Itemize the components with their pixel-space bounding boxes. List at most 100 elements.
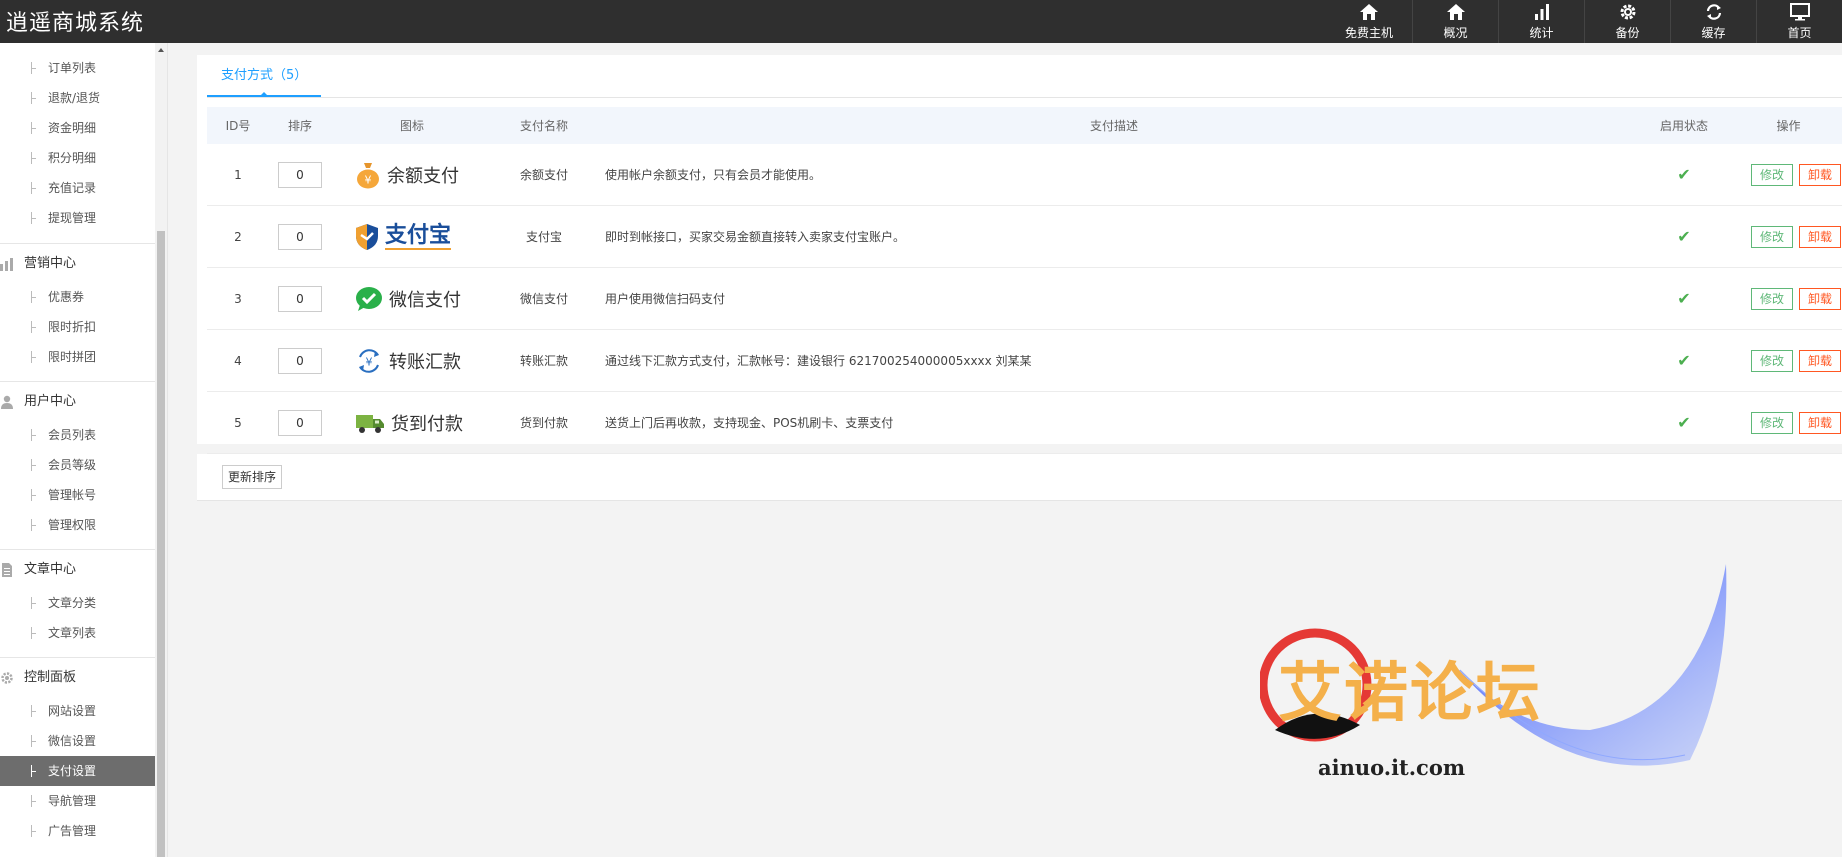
table-header-row: ID号 排序 图标 支付名称 支付描述 启用状态 操作: [207, 107, 1842, 144]
tab-payment-methods[interactable]: 支付方式（5）: [207, 55, 322, 97]
payment-panel: 支付方式（5） ID号 排序 图标 支付名称 支付描述 启用状态 操作 1 ¥: [197, 55, 1842, 454]
home-icon: [1446, 1, 1466, 23]
sidebar-item-refund[interactable]: 退款/退货: [0, 83, 166, 113]
sidebar-item-article-list[interactable]: 文章列表: [0, 618, 166, 648]
row-id: 5: [207, 391, 269, 454]
header-id: ID号: [207, 107, 269, 144]
chart-icon: [0, 258, 13, 271]
svg-text:¥: ¥: [366, 355, 373, 368]
header-icon: 图标: [331, 107, 493, 144]
check-icon: ✔: [1677, 413, 1691, 432]
nav-cache[interactable]: 缓存: [1670, 0, 1756, 43]
payment-logo: ¥ 余额支付: [355, 161, 492, 189]
nav-label: 首页: [1787, 26, 1812, 40]
update-sort-button[interactable]: 更新排序: [222, 465, 283, 489]
user-icon: [1, 395, 13, 409]
sidebar-group-users[interactable]: 用户中心: [0, 381, 155, 421]
scrollbar-thumb[interactable]: [157, 231, 165, 857]
sidebar-item-nav-management[interactable]: 导航管理: [0, 786, 166, 816]
uninstall-button[interactable]: 卸载: [1798, 287, 1841, 310]
scroll-up-arrow-icon[interactable]: [158, 48, 164, 52]
sidebar-scrollbar[interactable]: [155, 43, 167, 857]
uninstall-button[interactable]: 卸载: [1798, 349, 1841, 372]
footer-panel: 更新排序: [197, 454, 1842, 501]
header-status: 启用状态: [1632, 107, 1735, 144]
payment-logo-text: 转账汇款: [389, 351, 461, 373]
sidebar-group-control[interactable]: 控制面板: [0, 657, 155, 697]
sidebar-item-ad-management[interactable]: 广告管理: [0, 816, 166, 846]
row-name: 支付宝: [493, 205, 595, 268]
tab-bar: 支付方式（5）: [207, 55, 1842, 98]
check-icon: ✔: [1677, 227, 1691, 246]
uninstall-button[interactable]: 卸载: [1798, 411, 1841, 434]
edit-button[interactable]: 修改: [1750, 163, 1793, 186]
refresh-icon: [1704, 1, 1724, 23]
header-name: 支付名称: [493, 107, 595, 144]
row-desc: 送货上门后再收款，支持现金、POS机刷卡、支票支付: [595, 391, 1633, 454]
sidebar-item-recharge[interactable]: 充值记录: [0, 173, 166, 203]
sidebar-item-group-buy[interactable]: 限时拼团: [0, 342, 166, 372]
document-icon: [2, 563, 12, 577]
nav-stats[interactable]: 统计: [1498, 0, 1584, 43]
sort-input[interactable]: [278, 347, 322, 374]
header-desc: 支付描述: [595, 107, 1633, 144]
sidebar-item-payment-settings[interactable]: 支付设置: [0, 756, 166, 786]
sidebar-item-discount[interactable]: 限时折扣: [0, 312, 166, 342]
sort-input[interactable]: [278, 409, 322, 436]
top-bar: 逍遥商城系统 免费主机 概况 统计 备份 缓存 首页: [0, 0, 1842, 43]
sidebar-group-articles[interactable]: 文章中心: [0, 549, 155, 589]
sidebar-item-order-list[interactable]: 订单列表: [0, 53, 166, 83]
uninstall-button[interactable]: 卸载: [1798, 163, 1841, 186]
gear-icon: [1618, 1, 1638, 23]
table-row: 2 支付宝 支付宝 即时到帐接口，买家交易金额直接转入卖家支付宝账户。 ✔ 修改…: [207, 205, 1842, 268]
table-row: 4 ¥ 转账汇款 转账汇款 通过线下汇款方式支付，汇款帐号：建设银行 62170…: [207, 329, 1842, 392]
sidebar-item-member-level[interactable]: 会员等级: [0, 450, 166, 480]
nav-home[interactable]: 首页: [1756, 0, 1842, 43]
payment-logo-text: 支付宝: [385, 222, 452, 250]
row-desc: 用户使用微信扫码支付: [595, 267, 1633, 330]
check-icon: ✔: [1677, 289, 1691, 308]
uninstall-button[interactable]: 卸载: [1798, 225, 1841, 248]
sidebar-item-article-category[interactable]: 文章分类: [0, 588, 166, 618]
edit-button[interactable]: 修改: [1750, 287, 1793, 310]
sidebar-item-admin-account[interactable]: 管理帐号: [0, 480, 166, 510]
sort-input[interactable]: [278, 285, 322, 312]
nav-overview[interactable]: 概况: [1412, 0, 1498, 43]
sidebar-item-coupon[interactable]: 优惠券: [0, 282, 166, 312]
nav-free-host[interactable]: 免费主机: [1326, 0, 1412, 43]
top-nav: 免费主机 概况 统计 备份 缓存 首页: [1326, 0, 1842, 43]
edit-button[interactable]: 修改: [1750, 225, 1793, 248]
payment-table: ID号 排序 图标 支付名称 支付描述 启用状态 操作 1 ¥ 余额支付: [207, 107, 1842, 454]
edit-button[interactable]: 修改: [1750, 349, 1793, 372]
gear-icon: [1, 672, 13, 684]
payment-logo: 货到付款: [355, 410, 492, 436]
nav-backup[interactable]: 备份: [1584, 0, 1670, 43]
app-title: 逍遥商城系统: [6, 11, 145, 36]
sidebar-item-member-list[interactable]: 会员列表: [0, 420, 166, 450]
sidebar-item-site-settings[interactable]: 网站设置: [0, 696, 166, 726]
sidebar-item-funds[interactable]: 资金明细: [0, 113, 166, 143]
watermark-url: ainuo.it.com: [1318, 755, 1466, 780]
sidebar-item-wechat-settings[interactable]: 微信设置: [0, 726, 166, 756]
row-name: 转账汇款: [493, 329, 595, 392]
check-icon: ✔: [1677, 351, 1691, 370]
money-bag-icon: ¥: [357, 162, 379, 188]
row-id: 3: [207, 267, 269, 330]
monitor-icon: [1789, 1, 1811, 23]
payment-logo: 支付宝: [355, 223, 492, 251]
sort-input[interactable]: [278, 161, 322, 188]
alipay-shield-icon: [356, 223, 378, 250]
payment-logo: 微信支付: [355, 286, 492, 312]
sidebar-item-admin-permission[interactable]: 管理权限: [0, 510, 166, 540]
sidebar-item-withdraw[interactable]: 提现管理: [0, 203, 166, 233]
check-icon: ✔: [1677, 165, 1691, 184]
edit-button[interactable]: 修改: [1750, 411, 1793, 434]
sort-input[interactable]: [278, 223, 322, 250]
payment-logo: ¥ 转账汇款: [355, 347, 492, 375]
header-action: 操作: [1734, 107, 1842, 144]
wechat-icon: [356, 286, 382, 311]
table-row: 1 ¥ 余额支付 余额支付 使用帐户余额支付，只有会员才能使用。 ✔ 修改卸载: [207, 144, 1842, 206]
payment-logo-text: 微信支付: [389, 289, 461, 311]
sidebar-group-marketing[interactable]: 营销中心: [0, 243, 155, 283]
sidebar-item-points[interactable]: 积分明细: [0, 143, 166, 173]
